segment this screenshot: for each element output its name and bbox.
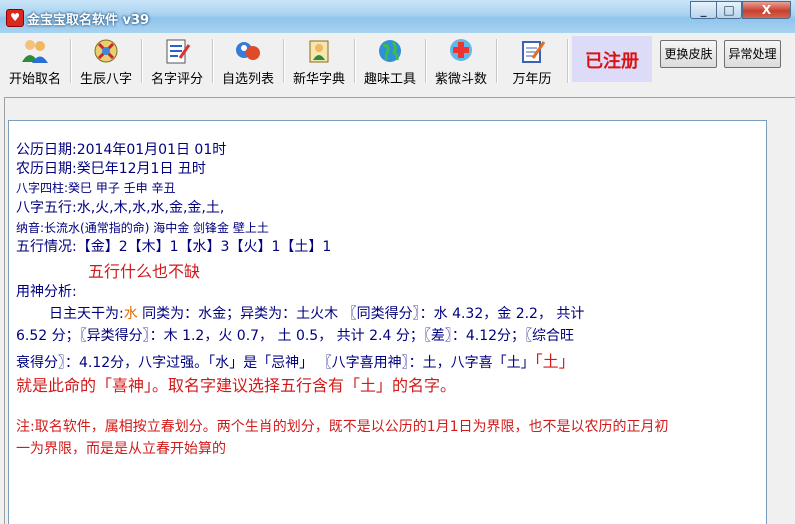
nayin: 纳音:长流水(通常指的命) 海中金 剑锋金 壁上土 [16,221,269,235]
registered-badge: 已注册 [572,36,652,82]
toolbar-separator [567,39,569,83]
change-skin-button[interactable]: 更换皮肤 [660,40,717,68]
bazi-pillars: 八字四柱:癸巳 甲子 壬申 辛丑 [16,181,176,195]
toolbar-fun-tools[interactable]: 趣味工具 [359,35,421,87]
note-line-2: 一为界限，而是是从立春开始算的 [16,441,226,457]
registered-label: 已注册 [585,51,639,72]
toolbar-bazi[interactable]: 生辰八字 [75,35,137,87]
dictionary-icon [309,40,329,63]
window-title: 金宝宝取名软件 v39 [27,13,150,28]
bagua-person-icon [94,39,118,63]
toolbar-label: 名字评分 [150,72,203,87]
toolbar-separator [283,39,285,83]
solar-date: 公历日期:2014年01月01日 01时 [16,142,227,158]
toolbar-separator [425,39,427,83]
globe-icon [379,40,401,62]
bazi-wuxing: 八字五行:水,火,木,水,水,金,金,土, [16,200,225,216]
day-master-element: 水 [123,306,138,322]
analysis-line-3-text: 衰得分〗：4.12分，八字过强。「水」是「忌神」 〖八字喜用神〗：土，八字喜「土… [16,355,535,371]
close-button[interactable]: X [742,1,791,19]
toolbar-label: 万年历 [512,72,552,87]
minimize-icon: _ [700,3,707,17]
toolbar-label: 生辰八字 [79,72,132,87]
analysis-line-1: 日主天干为:水 同类为：水金；异类为：土火木 〖同类得分〗：水 4.32，金 2… [49,303,584,323]
conclusion: 就是此命的「喜神」。取名字建议选择五行含有「土」的名字。 [16,376,457,395]
toolbar-start-naming[interactable]: 开始取名 [4,35,66,87]
toolbar-label: 自选列表 [221,72,274,87]
wuxing-status: 五行情况:【金】2【木】1【水】3【火】1【土】1 [16,239,332,255]
close-icon: X [761,3,772,17]
toolbar-custom-list[interactable]: 自选列表 [217,35,279,87]
toolbar-ziwei[interactable]: 紫微斗数 [430,35,492,87]
toolbar-separator [212,39,214,83]
analysis-line-3-highlight: 「土」 [534,352,575,371]
analysis-prefix: 日主天干为: [49,306,124,322]
calendar-icon [522,41,546,63]
analysis-line-3: 衰得分〗：4.12分，八字过强。「水」是「忌神」 〖八字喜用神〗：土，八字喜「土… [16,348,575,372]
toolbar-label: 新华字典 [292,72,345,87]
scorecard-icon [166,39,191,64]
app-heart-icon: ♥ [6,9,24,27]
exception-button[interactable]: 异常处理 [724,40,781,68]
analysis-line-2: 6.52 分；〖异类得分〗：木 1.2，火 0.7， 土 0.5， 共计 2.4… [16,328,575,344]
analysis-line-1-text: 同类为：水金；异类为：土火木 〖同类得分〗：水 4.32，金 2.2， 共计 [137,306,585,322]
health-icon [450,39,472,61]
toolbar-name-score[interactable]: 名字评分 [146,35,208,87]
list-icon [236,42,260,60]
people-icon [22,40,48,63]
maximize-button[interactable]: □ [716,1,742,19]
lunar-date: 农历日期:癸巳年12月1日 丑时 [16,161,206,177]
note-line-1: 注:取名软件，属相按立春划分。两个生肖的划分，既不是以公历的1月1日为界限，也不… [16,419,669,435]
toolbar-dictionary[interactable]: 新华字典 [288,35,350,87]
toolbar-separator [496,39,498,83]
toolbar-separator [141,39,143,83]
xishen-title: 用神分析: [16,284,77,300]
result-panel[interactable]: 公历日期:2014年01月01日 01时 农历日期:癸巳年12月1日 丑时 八字… [8,120,767,524]
toolbar-separator [70,39,72,83]
title-bar: ♥ 金宝宝取名软件 v39 _ □ X [0,0,795,34]
toolbar-label: 紫微斗数 [434,72,487,87]
toolbar-label: 开始取名 [8,72,61,87]
wuxing-complete: 五行什么也不缺 [88,262,201,281]
toolbar-label: 趣味工具 [363,72,416,87]
maximize-icon: □ [723,3,735,17]
toolbar-calendar[interactable]: 万年历 [501,35,563,87]
minimize-button[interactable]: _ [690,1,717,19]
toolbar-separator [354,39,356,83]
